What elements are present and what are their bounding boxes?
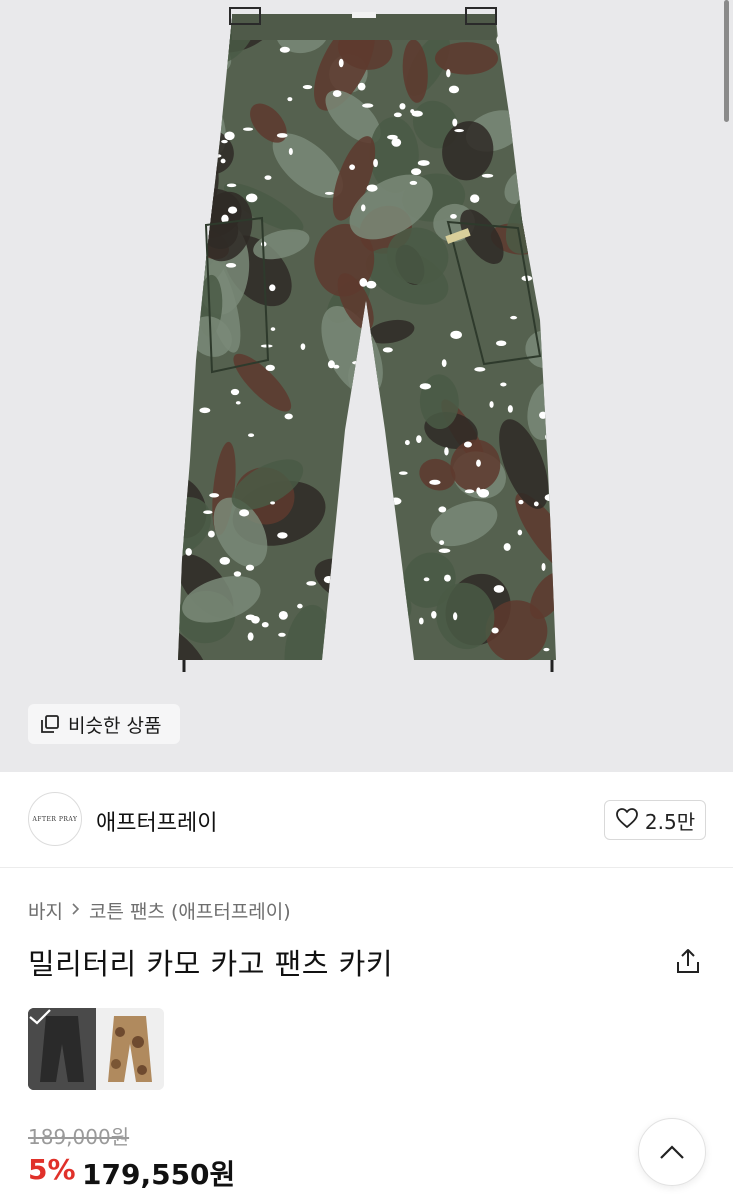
similar-products-label: 비슷한 상품 xyxy=(68,714,162,737)
check-icon xyxy=(29,1009,51,1025)
product-image-gallery[interactable]: 비슷한 상품 xyxy=(0,0,733,772)
discount-rate: 5% xyxy=(28,1153,76,1186)
chevron-right-icon xyxy=(71,901,81,921)
breadcrumb: 바지 코튼 팬츠 (애프터프레이) xyxy=(28,897,291,924)
scrollbar[interactable] xyxy=(724,0,729,122)
brand-logo-text: AFTER PRAY xyxy=(32,815,78,823)
product-image xyxy=(178,7,556,672)
share-icon xyxy=(677,949,699,973)
option-thumbnail xyxy=(96,1008,164,1090)
brand-row: AFTER PRAY 애프터프레이 2.5만 xyxy=(0,772,733,868)
brand-logo[interactable]: AFTER PRAY xyxy=(28,792,82,846)
color-option-dark[interactable] xyxy=(28,1008,96,1090)
stacked-squares-icon xyxy=(40,714,60,734)
sale-price: 179,550원 xyxy=(82,1158,236,1191)
chevron-up-icon xyxy=(660,1145,684,1159)
similar-products-button[interactable]: 비슷한 상품 xyxy=(28,704,180,744)
scroll-top-button[interactable] xyxy=(638,1118,706,1186)
product-title: 밀리터리 카모 카고 팬츠 카키 xyxy=(28,947,394,981)
brand-name[interactable]: 애프터프레이 xyxy=(96,805,217,837)
breadcrumb-category[interactable]: 바지 xyxy=(28,897,63,924)
like-count: 2.5만 xyxy=(644,809,696,834)
original-price: 189,000원 xyxy=(28,1125,130,1149)
breadcrumb-subcategory[interactable]: 코튼 팬츠 (애프터프레이) xyxy=(89,897,291,924)
color-option-brown-camo[interactable] xyxy=(96,1008,164,1090)
like-button[interactable]: 2.5만 xyxy=(604,800,706,840)
heart-icon xyxy=(615,807,639,833)
share-button[interactable] xyxy=(672,946,704,978)
